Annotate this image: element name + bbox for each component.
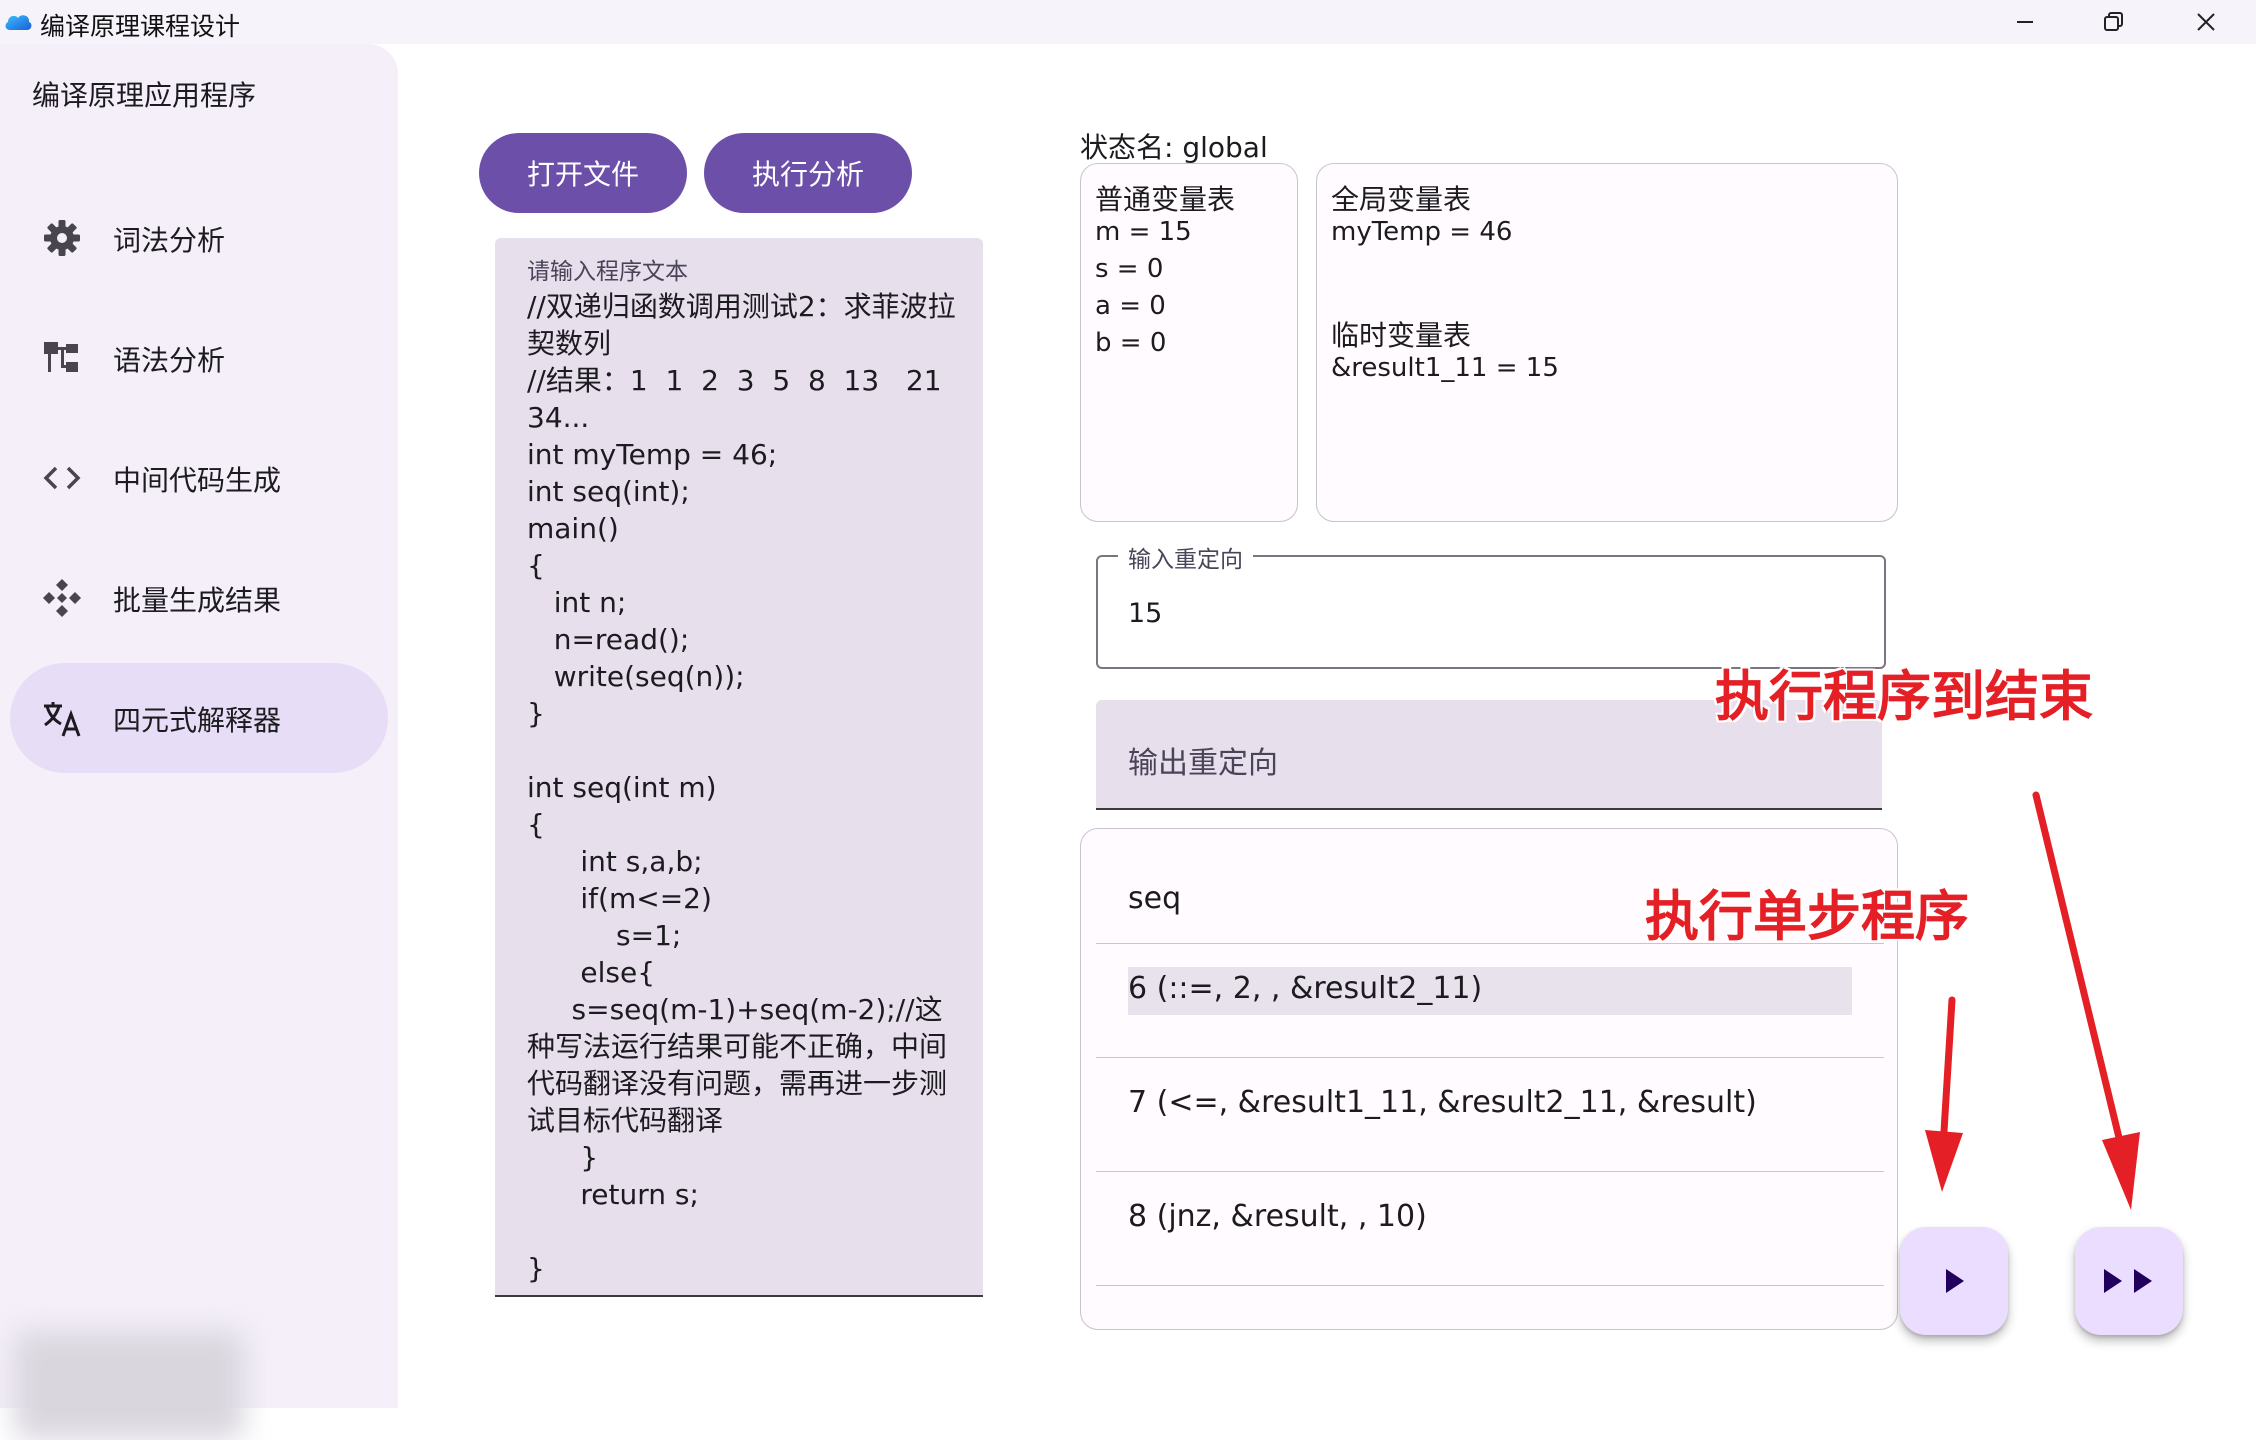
annotation-arrows [1925, 791, 2140, 1210]
arrow-to-step-button [1925, 996, 1963, 1192]
arrow-to-run-to-end-button [2032, 791, 2140, 1210]
